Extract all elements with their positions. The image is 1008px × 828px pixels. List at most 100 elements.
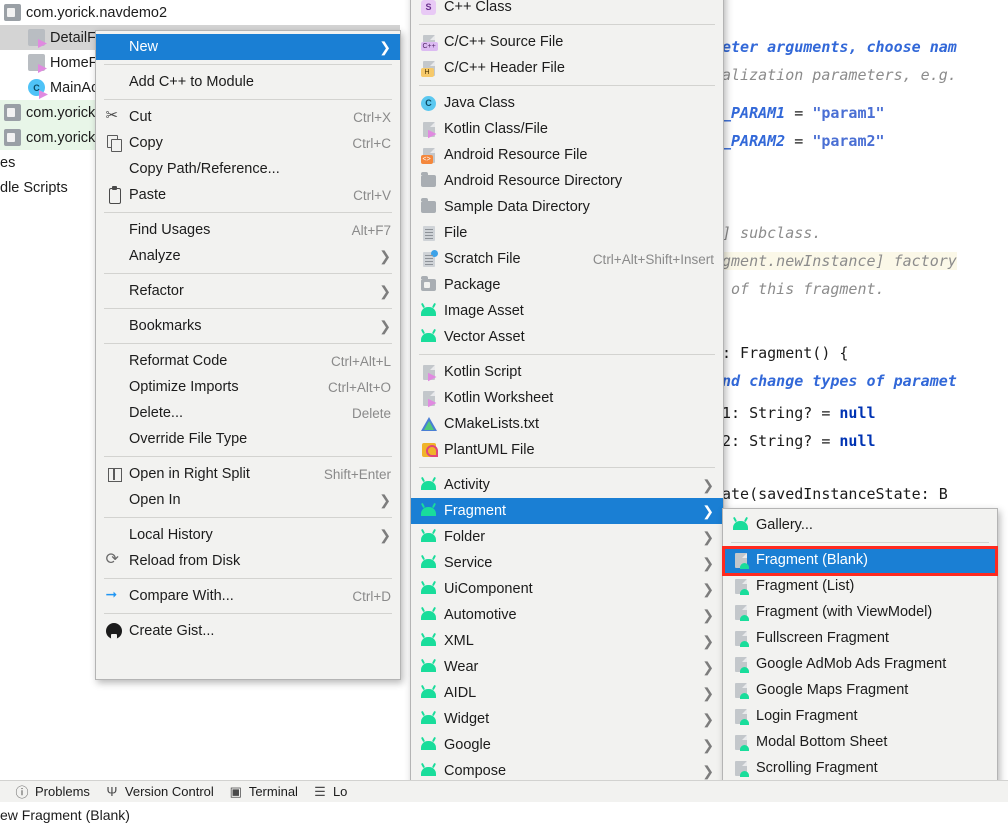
menu-item-google-maps-fragment[interactable]: Google Maps Fragment [723,677,997,703]
cpp-class-icon: S [419,0,438,15]
menu-item-aidl[interactable]: AIDL❯ [411,680,723,706]
menu-item-service[interactable]: Service❯ [411,550,723,576]
menu-item-android-resource-file[interactable]: Android Resource File [411,142,723,168]
code-token: _PARAM1 [722,104,794,122]
menu-item-c-class[interactable]: SC++ Class [411,0,723,20]
java-class-icon: C [419,96,438,111]
status-bar-button-terminal[interactable]: ▣Terminal [228,784,298,800]
android-icon [419,481,438,490]
menu-item-kotlin-script[interactable]: Kotlin Script [411,359,723,385]
menu-item-fragment-list[interactable]: Fragment (List) [723,573,997,599]
menu-item-delete[interactable]: Delete...Delete [96,400,400,426]
code-token: null [839,404,875,422]
menu-separator [104,273,392,274]
menu-item-plantuml-file[interactable]: PlantUML File [411,437,723,463]
menu-item-bookmarks[interactable]: Bookmarks❯ [96,313,400,339]
menu-item-shortcut: Ctrl+X [353,110,391,125]
tree-row-label: MainAc [50,80,98,96]
fragment-submenu[interactable]: Gallery... Fragment (Blank)Fragment (List… [722,508,998,823]
chevron-right-icon: ❯ [702,608,714,622]
menu-item-cut[interactable]: Cut Ctrl+X [96,104,400,130]
menu-item-android-resource-directory[interactable]: Android Resource Directory [411,168,723,194]
menu-item-analyze[interactable]: Analyze❯ [96,243,400,269]
menu-item-label: CMakeLists.txt [444,416,714,432]
menu-item-copy[interactable]: CopyCtrl+C [96,130,400,156]
menu-separator [104,343,392,344]
menu-item-image-asset[interactable]: Image Asset [411,298,723,324]
menu-item-file[interactable]: File [411,220,723,246]
menu-item-google[interactable]: Google❯ [411,732,723,758]
bottom-tool-window-bar[interactable]: ⓘProblems ΨVersion Control ▣Terminal ☰Lo [0,780,1008,802]
tree-row-label: DetailFr [50,30,101,46]
menu-item-kotlin-class-file[interactable]: Kotlin Class/File [411,116,723,142]
menu-item-google-admob-ads-fragment[interactable]: Google AdMob Ads Fragment [723,651,997,677]
menu-item-sample-data-directory[interactable]: Sample Data Directory [411,194,723,220]
menu-item-scratch-file[interactable]: Scratch FileCtrl+Alt+Shift+Insert [411,246,723,272]
menu-item-label: Add C++ to Module [129,74,391,90]
menu-item-create-gist[interactable]: Create Gist... [96,618,400,644]
menu-item-override-file-type[interactable]: Override File Type [96,426,400,452]
menu-item-modal-bottom-sheet[interactable]: Modal Bottom Sheet [723,729,997,755]
menu-item-kotlin-worksheet[interactable]: Kotlin Worksheet [411,385,723,411]
menu-item-optimize-imports[interactable]: Optimize ImportsCtrl+Alt+O [96,374,400,400]
menu-item-package[interactable]: Package [411,272,723,298]
menu-item-java-class[interactable]: CJava Class [411,90,723,116]
menu-item-copy-path-reference[interactable]: Copy Path/Reference... [96,156,400,182]
code-token: = [794,132,812,150]
status-bar-button-version-control[interactable]: ΨVersion Control [104,784,214,800]
menu-item-fullscreen-fragment[interactable]: Fullscreen Fragment [723,625,997,651]
file-context-menu[interactable]: New❯ Add C++ to Module Cut Ctrl+X CopyCtrl+C… [95,30,401,680]
menu-item-c-c-source-file[interactable]: C/C++ Source File [411,29,723,55]
code-token: "param1" [812,104,884,122]
menu-item-label: Widget [444,711,688,727]
menu-separator [419,467,715,468]
folder-icon [419,201,438,213]
menu-item-open-in-right-split[interactable]: Open in Right SplitShift+Enter [96,461,400,487]
menu-item-scrolling-fragment[interactable]: Scrolling Fragment [723,755,997,781]
menu-item-new[interactable]: New❯ [96,34,400,60]
status-bar-button-problems[interactable]: ⓘProblems [14,784,90,800]
menu-item-fragment-with-viewmodel[interactable]: Fragment (with ViewModel) [723,599,997,625]
status-bar-button-lo[interactable]: ☰Lo [312,784,347,800]
chevron-right-icon: ❯ [702,478,714,492]
menu-item-local-history[interactable]: Local History❯ [96,522,400,548]
menu-item-label: C/C++ Source File [444,34,714,50]
menu-item-reload-from-disk[interactable]: Reload from Disk [96,548,400,574]
status-bar-button-label: Lo [333,784,347,799]
plantuml-icon [419,443,438,457]
menu-item-label: Android Resource Directory [444,173,714,189]
menu-item-wear[interactable]: Wear❯ [411,654,723,680]
menu-item-cmakelists-txt[interactable]: CMakeLists.txt [411,411,723,437]
new-submenu[interactable]: SC++ Class C/C++ Source File C/C++ Header … [410,0,724,828]
menu-item-refactor[interactable]: Refactor❯ [96,278,400,304]
menu-item-label: Open in Right Split [129,466,302,482]
menu-item-vector-asset[interactable]: Vector Asset [411,324,723,350]
menu-item-login-fragment[interactable]: Login Fragment [723,703,997,729]
menu-item-fragment-blank[interactable]: Fragment (Blank) [723,547,997,573]
menu-item-reformat-code[interactable]: Reformat CodeCtrl+Alt+L [96,348,400,374]
menu-item-gallery[interactable]: Gallery... [723,512,997,538]
menu-item-add-c-to-module[interactable]: Add C++ to Module [96,69,400,95]
menu-item-paste[interactable]: PasteCtrl+V [96,182,400,208]
menu-item-find-usages[interactable]: Find UsagesAlt+F7 [96,217,400,243]
scratch-file-icon [419,252,438,267]
menu-item-open-in[interactable]: Open In❯ [96,487,400,513]
menu-item-uicomponent[interactable]: UiComponent❯ [411,576,723,602]
chevron-right-icon: ❯ [379,249,391,263]
android-icon [419,585,438,594]
menu-item-activity[interactable]: Activity ❯ [411,472,723,498]
code-token: : Fragment() { [722,344,848,362]
menu-item-c-c-header-file[interactable]: C/C++ Header File [411,55,723,81]
menu-item-folder[interactable]: Folder❯ [411,524,723,550]
menu-item-fragment[interactable]: Fragment❯ [411,498,723,524]
menu-item-label: Cut [129,109,331,125]
chevron-right-icon: ❯ [702,764,714,778]
menu-item-label: AIDL [444,685,688,701]
menu-item-compare-with[interactable]: Compare With...Ctrl+D [96,583,400,609]
menu-item-xml[interactable]: XML❯ [411,628,723,654]
menu-item-widget[interactable]: Widget❯ [411,706,723,732]
code-line: nd change types of paramet [722,372,957,390]
menu-item-label: Activity [444,477,688,493]
menu-item-automotive[interactable]: Automotive❯ [411,602,723,628]
tree-row[interactable]: com.yorick.navdemo2 [0,0,400,25]
